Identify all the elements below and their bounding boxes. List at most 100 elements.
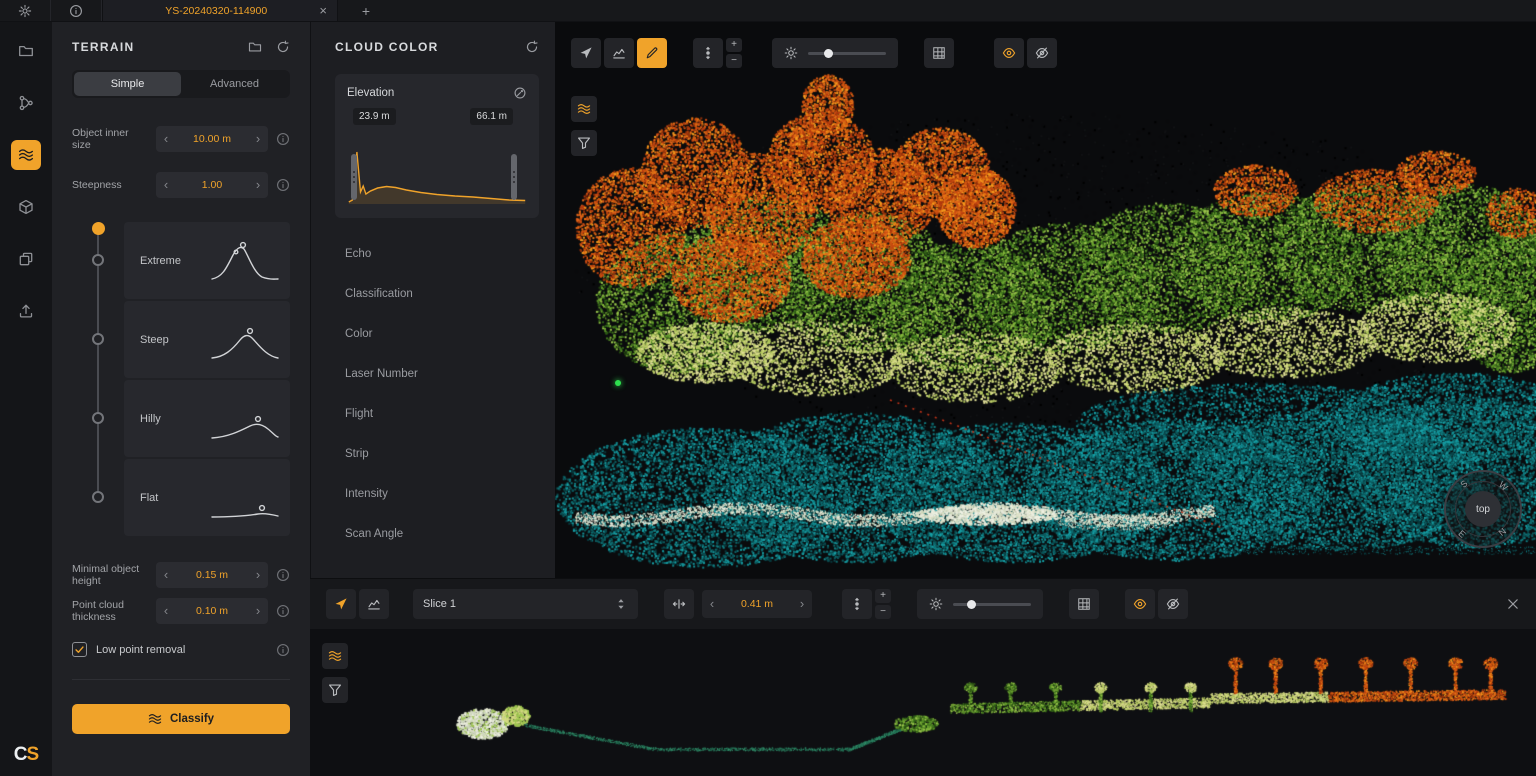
terrain-level-steep[interactable]: Steep: [124, 301, 290, 378]
slice-point-size-button[interactable]: [842, 589, 872, 619]
slice-show-points-button[interactable]: [1125, 589, 1155, 619]
increase-icon[interactable]: ›: [248, 126, 268, 152]
classify-icon: [148, 712, 162, 726]
color-mode-laser-number[interactable]: Laser Number: [335, 354, 539, 394]
steepness-stop-flat[interactable]: [92, 491, 104, 503]
show-points-button[interactable]: [994, 38, 1024, 68]
terrain-level-flat[interactable]: Flat: [124, 459, 290, 536]
show-classes-button[interactable]: [1027, 38, 1057, 68]
increase-icon[interactable]: ›: [792, 591, 812, 617]
close-icon: [1506, 597, 1520, 611]
info-icon[interactable]: [276, 132, 290, 146]
reset-color-button[interactable]: [525, 40, 539, 54]
slice-brightness-thumb[interactable]: [967, 600, 976, 609]
color-mode-elevation[interactable]: Elevation 23.9 m 66.1 m: [335, 74, 539, 218]
color-mode-flight[interactable]: Flight: [335, 394, 539, 434]
slice-extent-button[interactable]: [664, 589, 694, 619]
color-mode-echo[interactable]: Echo: [335, 234, 539, 274]
grid-button[interactable]: [924, 38, 954, 68]
rail-export-button[interactable]: [11, 296, 41, 326]
color-mode-scan-angle[interactable]: Scan Angle: [335, 514, 539, 554]
steepness-stepper[interactable]: ‹ 1.00 ›: [156, 172, 268, 198]
slice-select-tool-button[interactable]: [326, 589, 356, 619]
slice-select-dropdown[interactable]: Slice 1: [413, 589, 638, 619]
point-size-increase-button[interactable]: +: [726, 38, 742, 52]
low-point-removal-checkbox[interactable]: [72, 642, 87, 657]
profile-tool-button[interactable]: [604, 38, 634, 68]
width-icon: [672, 597, 686, 611]
info-icon[interactable]: [276, 568, 290, 582]
terrain-level-hilly[interactable]: Hilly: [124, 380, 290, 457]
terrain-level-extreme[interactable]: Extreme: [124, 222, 290, 299]
decrease-icon[interactable]: ‹: [156, 562, 176, 588]
compass-widget[interactable]: S W N E top: [1444, 470, 1522, 548]
color-mode-classification[interactable]: Classification: [335, 274, 539, 314]
compass-top-view-button[interactable]: top: [1465, 491, 1501, 527]
decrease-icon[interactable]: ‹: [156, 126, 176, 152]
reset-terrain-button[interactable]: [276, 40, 290, 54]
object-inner-size-stepper[interactable]: ‹ 10.00 m ›: [156, 126, 268, 152]
steepness-slider-handle[interactable]: [92, 222, 105, 235]
mode-advanced-tab[interactable]: Advanced: [181, 72, 288, 96]
new-tab-button[interactable]: +: [338, 0, 394, 21]
project-tab[interactable]: YS-20240320-114900 ×: [102, 0, 338, 21]
slice-grid-button[interactable]: [1069, 589, 1099, 619]
info-button[interactable]: [51, 0, 101, 21]
compass-n[interactable]: N: [1496, 526, 1507, 538]
elevation-histogram[interactable]: 23.9 m 66.1 m: [347, 108, 527, 204]
info-icon[interactable]: [276, 643, 290, 657]
rail-layers-button[interactable]: [11, 244, 41, 274]
rail-terrain-button[interactable]: [11, 140, 41, 170]
slice-thickness-stepper[interactable]: ‹ 0.41 m ›: [702, 590, 812, 618]
decrease-icon[interactable]: ‹: [702, 591, 722, 617]
load-preset-button[interactable]: [248, 40, 262, 54]
classes-tool-button[interactable]: [571, 96, 597, 122]
minimal-object-height-stepper[interactable]: ‹ 0.15 m ›: [156, 562, 268, 588]
histogram-max-handle[interactable]: [511, 154, 517, 200]
point-size-decrease-button[interactable]: −: [726, 54, 742, 68]
decrease-icon[interactable]: ‹: [156, 598, 176, 624]
mode-simple-tab[interactable]: Simple: [74, 72, 181, 96]
select-tool-button[interactable]: [571, 38, 601, 68]
gear-icon: [18, 4, 32, 18]
histogram-min-handle[interactable]: [351, 154, 357, 200]
steepness-stop-extreme[interactable]: [92, 254, 104, 266]
brightness-slider[interactable]: [808, 52, 886, 55]
settings-button[interactable]: [0, 0, 50, 21]
slice-close-button[interactable]: [1506, 597, 1520, 611]
measure-tool-button[interactable]: [637, 38, 667, 68]
filter-button[interactable]: [571, 130, 597, 156]
slice-point-size-increase-button[interactable]: +: [875, 589, 891, 603]
slice-point-size-decrease-button[interactable]: −: [875, 605, 891, 619]
color-mode-strip[interactable]: Strip: [335, 434, 539, 474]
slice-classes-tool-button[interactable]: [322, 643, 348, 669]
compass-e[interactable]: E: [1456, 528, 1467, 540]
point-size-button[interactable]: [693, 38, 723, 68]
steepness-stop-steep[interactable]: [92, 333, 104, 345]
increase-icon[interactable]: ›: [248, 562, 268, 588]
tab-close-button[interactable]: ×: [319, 4, 327, 17]
decrease-icon[interactable]: ‹: [156, 172, 176, 198]
slice-brightness-slider[interactable]: [953, 603, 1031, 606]
rail-projects-button[interactable]: [11, 36, 41, 66]
point-cloud-thickness-stepper[interactable]: ‹ 0.10 m ›: [156, 598, 268, 624]
point-cloud-3d-view[interactable]: [555, 22, 1536, 578]
histogram-max-value: 66.1 m: [470, 108, 513, 125]
brightness-slider-thumb[interactable]: [824, 49, 833, 58]
color-mode-intensity[interactable]: Intensity: [335, 474, 539, 514]
increase-icon[interactable]: ›: [248, 598, 268, 624]
info-icon[interactable]: [276, 604, 290, 618]
increase-icon[interactable]: ›: [248, 172, 268, 198]
color-mode-color[interactable]: Color: [335, 314, 539, 354]
slice-filter-button[interactable]: [322, 677, 348, 703]
info-icon[interactable]: [276, 178, 290, 192]
slice-2d-view[interactable]: [310, 629, 1536, 776]
classify-button[interactable]: Classify: [72, 704, 290, 734]
rail-workflow-button[interactable]: [11, 88, 41, 118]
rail-dataset-button[interactable]: [11, 192, 41, 222]
steepness-stop-hilly[interactable]: [92, 412, 104, 424]
slice-profile-tool-button[interactable]: [359, 589, 389, 619]
slice-show-classes-button[interactable]: [1158, 589, 1188, 619]
steepness-slider[interactable]: [72, 222, 124, 536]
color-picker-icon[interactable]: [513, 86, 527, 100]
